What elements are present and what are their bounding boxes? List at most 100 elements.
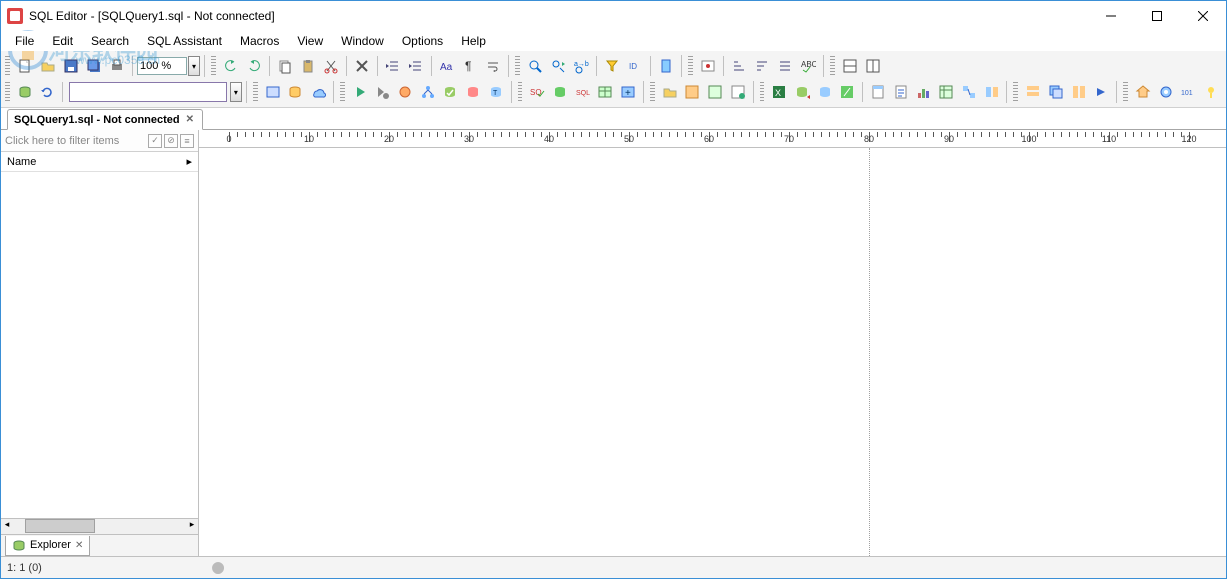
explain-plan-button[interactable]	[417, 81, 439, 103]
stop-button[interactable]	[394, 81, 416, 103]
menu-help[interactable]: Help	[453, 32, 494, 50]
export-data-button[interactable]	[791, 81, 813, 103]
zoom-dropdown-button[interactable]: ▾	[188, 56, 200, 76]
grip-icon[interactable]	[340, 82, 345, 102]
menu-window[interactable]: Window	[333, 32, 392, 50]
table-editor-button[interactable]	[595, 81, 617, 103]
new-layout-button[interactable]	[727, 81, 749, 103]
execute-current-button[interactable]	[371, 81, 393, 103]
grip-icon[interactable]	[1123, 82, 1128, 102]
export-script-button[interactable]	[837, 81, 859, 103]
save-all-button[interactable]	[83, 55, 105, 77]
grip-icon[interactable]	[5, 82, 10, 102]
menu-search[interactable]: Search	[83, 32, 137, 50]
binary-view-button[interactable]: 101	[1177, 81, 1199, 103]
connection-combo[interactable]	[69, 82, 227, 102]
scroll-right-button[interactable]: ▸	[186, 519, 198, 534]
show-whitespace-button[interactable]: ¶	[459, 55, 481, 77]
grip-icon[interactable]	[830, 56, 835, 76]
grip-icon[interactable]	[515, 56, 520, 76]
save-layout-button[interactable]	[681, 81, 703, 103]
minimize-button[interactable]	[1088, 1, 1134, 31]
export-excel-button[interactable]: X	[768, 81, 790, 103]
menu-file[interactable]: File	[7, 32, 42, 50]
scroll-left-button[interactable]: ◂	[1, 519, 13, 534]
replace-button[interactable]: a→b	[570, 55, 592, 77]
open-file-button[interactable]	[37, 55, 59, 77]
database-button[interactable]	[284, 81, 306, 103]
cut-button[interactable]	[320, 55, 342, 77]
grip-icon[interactable]	[211, 56, 216, 76]
explorer-button[interactable]	[262, 81, 284, 103]
menu-edit[interactable]: Edit	[44, 32, 81, 50]
new-file-button[interactable]	[14, 55, 36, 77]
connection-dropdown-button[interactable]: ▾	[230, 82, 242, 102]
grip-icon[interactable]	[518, 82, 523, 102]
grip-icon[interactable]	[688, 56, 693, 76]
insert-row-button[interactable]: +	[617, 81, 639, 103]
undo-button[interactable]	[220, 55, 242, 77]
pivot-button[interactable]	[935, 81, 957, 103]
grip-icon[interactable]	[253, 82, 258, 102]
find-next-button[interactable]	[547, 55, 569, 77]
execute-button[interactable]	[349, 81, 371, 103]
redo-button[interactable]	[243, 55, 265, 77]
ruler[interactable]: 0102030405060708090100110120	[199, 130, 1226, 148]
paste-button[interactable]	[297, 55, 319, 77]
home-button[interactable]	[1132, 81, 1154, 103]
indent-button[interactable]	[405, 55, 427, 77]
tree-body[interactable]	[1, 172, 198, 518]
menu-macros[interactable]: Macros	[232, 32, 287, 50]
close-button[interactable]	[1180, 1, 1226, 31]
settings-button[interactable]	[1155, 81, 1177, 103]
record-macro-button[interactable]	[697, 55, 719, 77]
import-data-button[interactable]	[814, 81, 836, 103]
document-tab[interactable]: SQLQuery1.sql - Not connected ✕	[7, 109, 203, 130]
commit-button[interactable]	[439, 81, 461, 103]
close-icon[interactable]: ✕	[75, 540, 83, 551]
page-setup-button[interactable]	[867, 81, 889, 103]
sort-asc-button[interactable]	[728, 55, 750, 77]
outdent-button[interactable]	[382, 55, 404, 77]
horizontal-scrollbar[interactable]: ◂ ▸	[1, 518, 198, 534]
copy-button[interactable]	[274, 55, 296, 77]
scroll-thumb[interactable]	[25, 519, 95, 533]
compare-button[interactable]	[981, 81, 1003, 103]
cloud-button[interactable]	[307, 81, 329, 103]
menu-options[interactable]: Options	[394, 32, 451, 50]
explorer-tab[interactable]: Explorer ✕	[5, 536, 90, 556]
maximize-button[interactable]	[1134, 1, 1180, 31]
grip-icon[interactable]	[1013, 82, 1018, 102]
spellcheck-button[interactable]: ABC	[797, 55, 819, 77]
tab-close-icon[interactable]: ✕	[184, 114, 196, 125]
grip-icon[interactable]	[760, 82, 765, 102]
reset-layout-button[interactable]	[704, 81, 726, 103]
sort-desc-button[interactable]	[751, 55, 773, 77]
align-button[interactable]	[774, 55, 796, 77]
delete-button[interactable]	[351, 55, 373, 77]
transaction-button[interactable]: T	[485, 81, 507, 103]
report-button[interactable]	[890, 81, 912, 103]
bookmark-button[interactable]	[655, 55, 677, 77]
window-list-button[interactable]	[1022, 81, 1044, 103]
tree-header[interactable]: Name ▸	[1, 152, 198, 172]
find-button[interactable]	[524, 55, 546, 77]
cascade-windows-button[interactable]	[1045, 81, 1067, 103]
filter-input[interactable]: Click here to filter items	[5, 135, 148, 147]
grip-icon[interactable]	[650, 82, 655, 102]
refresh-button[interactable]	[37, 81, 59, 103]
open-folder-button[interactable]	[659, 81, 681, 103]
filter-checkbox-icon[interactable]: ✓	[148, 134, 162, 148]
filter-case-icon[interactable]: ⊘	[164, 134, 178, 148]
sql-text-button[interactable]: SQL	[572, 81, 594, 103]
menu-view[interactable]: View	[289, 32, 331, 50]
filter-regex-icon[interactable]: ≡	[180, 134, 194, 148]
help-button[interactable]	[1200, 81, 1222, 103]
text-editor[interactable]	[199, 148, 1226, 556]
rollback-button[interactable]	[462, 81, 484, 103]
word-wrap-button[interactable]	[482, 55, 504, 77]
filter-button[interactable]	[601, 55, 623, 77]
next-window-button[interactable]	[1090, 81, 1112, 103]
menu-sql-assistant[interactable]: SQL Assistant	[139, 32, 230, 50]
grip-icon[interactable]	[5, 56, 10, 76]
